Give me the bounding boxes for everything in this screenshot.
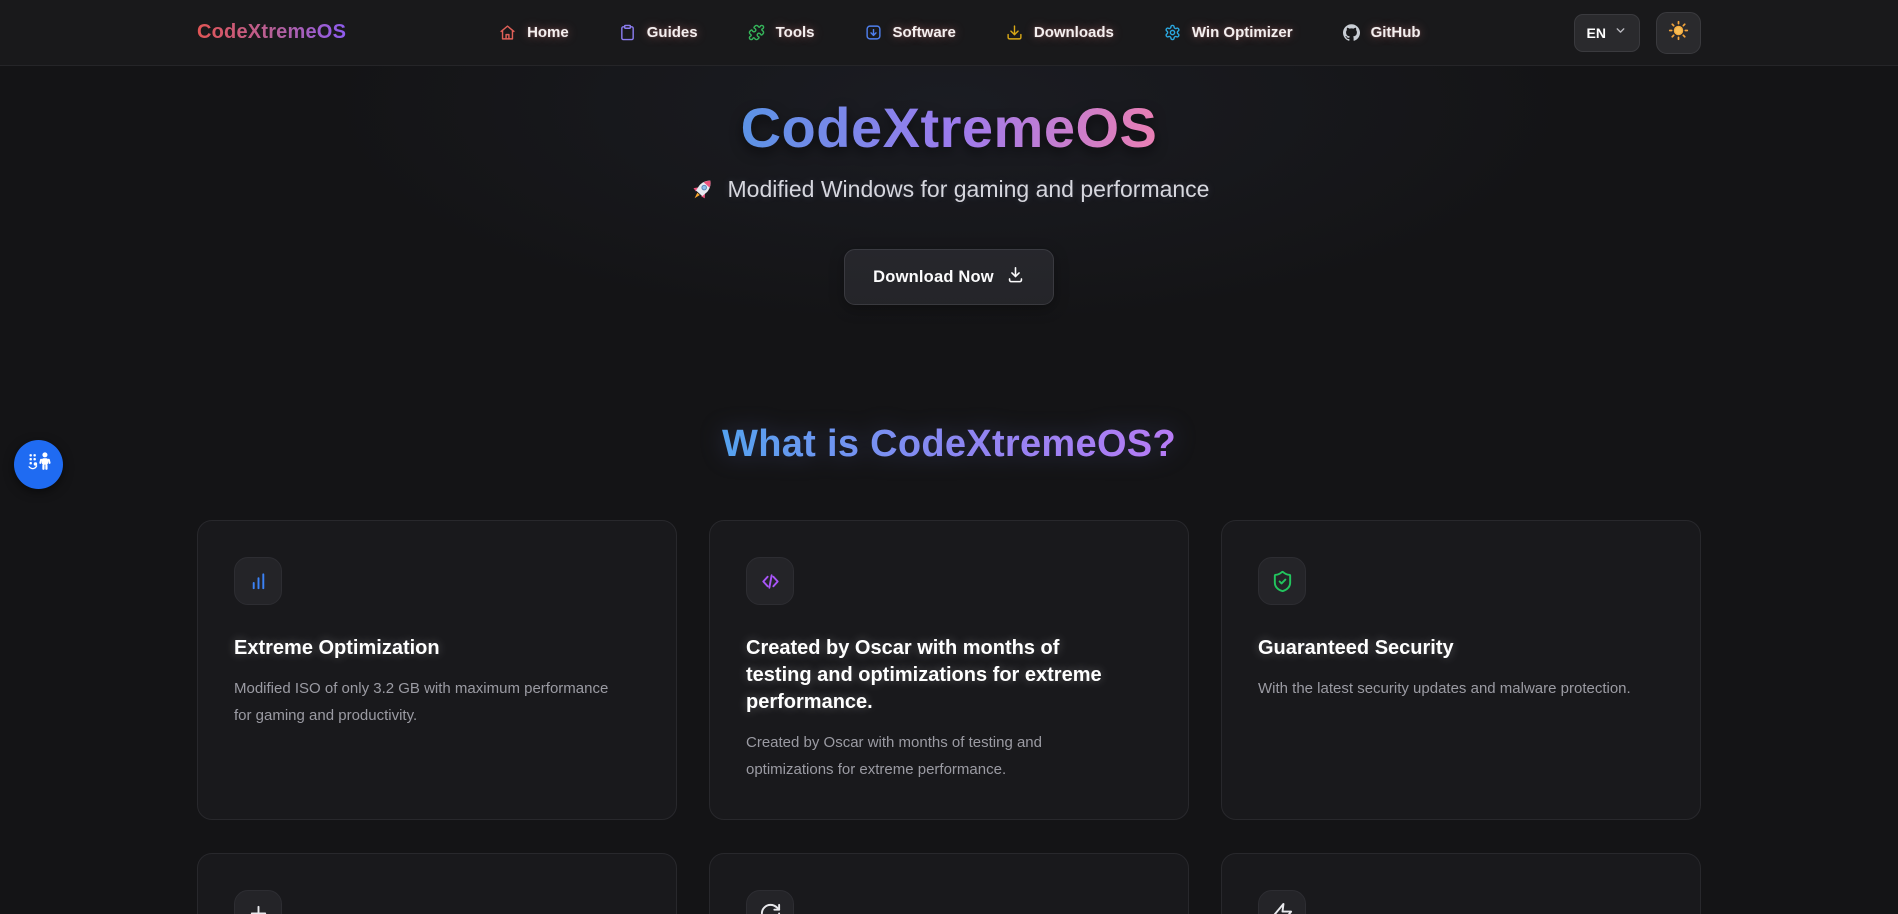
card-title: Created by Oscar with months of testing … <box>746 637 1102 714</box>
feature-card-guaranteed-security: Guaranteed Security With the latest secur… <box>1221 520 1701 820</box>
nav-item-github[interactable]: GitHub <box>1342 24 1421 41</box>
home-icon <box>499 24 516 41</box>
download-now-button[interactable]: Download Now <box>844 249 1054 306</box>
nav-item-tools[interactable]: Tools <box>748 24 815 41</box>
lightning-icon <box>1258 889 1306 914</box>
nav-item-software[interactable]: Software <box>865 24 956 41</box>
theme-toggle-button[interactable] <box>1655 11 1701 54</box>
puzzle-icon <box>748 24 765 41</box>
box-download-icon <box>865 24 882 41</box>
hero-subtitle: Modified Windows for gaming and performa… <box>727 176 1210 203</box>
nav-item-downloads[interactable]: Downloads <box>1006 24 1114 41</box>
nav-item-label: Software <box>892 24 956 41</box>
hero-section: CodeXtremeOS Modified Windows for gaming… <box>0 0 1898 421</box>
feature-cards-row: Extreme Optimization Modified ISO of only… <box>197 520 1701 820</box>
plus-icon <box>234 889 282 914</box>
hero-title: CodeXtremeOS <box>740 96 1158 159</box>
card-description: Modified ISO of only 3.2 GB with maximum… <box>234 680 609 724</box>
nav-item-label: Downloads <box>1033 24 1114 41</box>
shield-check-icon <box>1258 557 1306 606</box>
accessibility-widget-button[interactable] <box>14 440 63 489</box>
sun-icon <box>1668 20 1689 46</box>
github-icon <box>1342 24 1360 41</box>
about-section: What is CodeXtremeOS? Extreme Optimizati… <box>0 423 1898 914</box>
feature-card <box>197 852 677 914</box>
accessibility-icon <box>20 443 58 486</box>
feature-card <box>709 852 1189 914</box>
bar-chart-icon <box>234 557 282 606</box>
card-description: With the latest security updates and mal… <box>1258 680 1631 698</box>
nav-item-home[interactable]: Home <box>499 24 569 41</box>
feature-card <box>1221 852 1701 914</box>
nav-item-label: Home <box>527 24 569 41</box>
refresh-icon <box>746 889 794 914</box>
language-selector[interactable]: EN <box>1573 13 1640 52</box>
main-nav: Home Guides Tools Software Downloads Win Opti… <box>499 24 1421 41</box>
feature-card-created-by-oscar-with-months-o: Created by Oscar with months of testing … <box>709 520 1189 820</box>
nav-item-label: Guides <box>646 24 698 41</box>
card-description: Created by Oscar with months of testing … <box>746 734 1042 778</box>
download-tray-icon <box>1006 265 1025 289</box>
card-title: Guaranteed Security <box>1258 637 1454 660</box>
language-label: EN <box>1586 24 1606 41</box>
rocket-icon <box>689 176 716 203</box>
about-heading: What is CodeXtremeOS? <box>722 423 1176 466</box>
nav-item-label: Tools <box>775 24 815 41</box>
chevron-down-icon <box>1614 24 1627 42</box>
card-title: Extreme Optimization <box>234 637 440 660</box>
brand-logo[interactable]: CodeXtremeOS <box>197 21 346 44</box>
gear-icon <box>1164 24 1181 41</box>
feature-cards-row-2 <box>197 852 1701 914</box>
nav-item-label: GitHub <box>1370 24 1421 41</box>
feature-card-extreme-optimization: Extreme Optimization Modified ISO of only… <box>197 520 677 820</box>
download-icon <box>1006 24 1023 41</box>
top-navbar: CodeXtremeOS Home Guides Tools Software Down… <box>0 0 1898 66</box>
nav-item-win-optimizer[interactable]: Win Optimizer <box>1164 24 1293 41</box>
clipboard-icon <box>619 24 636 41</box>
nav-item-label: Win Optimizer <box>1191 24 1293 41</box>
nav-item-guides[interactable]: Guides <box>619 24 698 41</box>
code-icon <box>746 557 794 606</box>
download-button-label: Download Now <box>873 267 994 286</box>
